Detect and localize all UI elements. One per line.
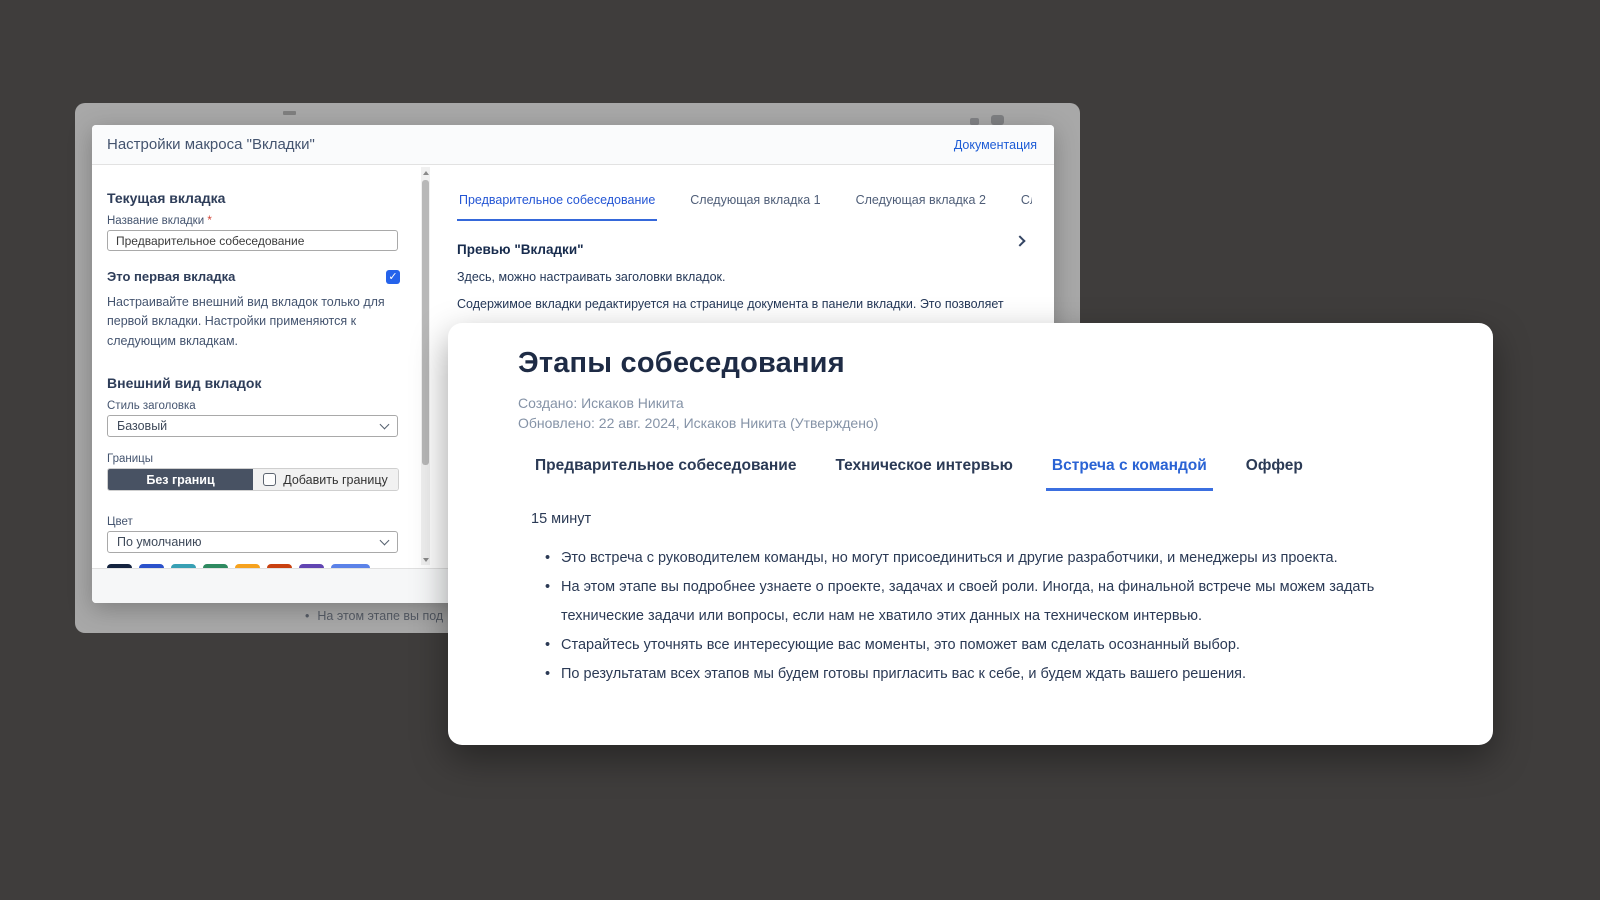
documentation-link[interactable]: Документация xyxy=(954,138,1037,152)
color-select[interactable]: По умолчанию xyxy=(107,531,398,553)
scroll-down-arrow[interactable] xyxy=(421,554,430,565)
color-label: Цвет xyxy=(107,516,405,528)
tab-preliminary-interview[interactable]: Предварительное собеседование xyxy=(529,457,802,491)
dialog-header: Настройки макроса "Вкладки" Документация xyxy=(92,125,1054,165)
required-asterisk: * xyxy=(207,215,211,227)
scrollbar-thumb[interactable] xyxy=(422,180,429,465)
background-page-fragment xyxy=(283,111,296,115)
preview-paragraph-2: Содержимое вкладки редактируется на стра… xyxy=(457,297,1053,311)
borders-label: Границы xyxy=(107,453,405,465)
section-appearance: Внешний вид вкладок xyxy=(107,375,405,391)
duration-text: 15 минут xyxy=(531,511,1415,527)
bullet-dot: • xyxy=(305,609,309,623)
chevron-down-icon xyxy=(380,535,390,545)
interview-stages-card: Этапы собеседования Создано: Искаков Ник… xyxy=(448,323,1493,745)
preview-tab-2[interactable]: Следующая вкладка 1 xyxy=(688,193,822,219)
stage-tabs: Предварительное собеседование Техническо… xyxy=(529,457,1415,491)
list-item: По результатам всех этапов мы будем гото… xyxy=(545,660,1401,689)
tab-name-label: Название вкладки * xyxy=(107,215,405,227)
header-style-select[interactable]: Базовый xyxy=(107,415,398,437)
borders-segmented-control: Без границ Добавить границу xyxy=(107,468,399,491)
tab-technical-interview[interactable]: Техническое интервью xyxy=(829,457,1018,491)
preview-tab-1[interactable]: Предварительное собеседование xyxy=(457,193,657,221)
dialog-title: Настройки макроса "Вкладки" xyxy=(107,136,315,153)
tab-name-input[interactable] xyxy=(107,230,398,251)
section-current-tab: Текущая вкладка xyxy=(107,190,405,206)
updated-by: Обновлено: 22 авг. 2024, Искаков Никита … xyxy=(518,414,1415,433)
list-item: Это встреча с руководителем команды, но … xyxy=(545,544,1401,573)
first-tab-hint: Настраивайте внешний вид вкладок только … xyxy=(107,293,399,351)
created-by: Создано: Искаков Никита xyxy=(518,394,1415,413)
first-tab-label: Это первая вкладка xyxy=(107,269,235,284)
stage-bullet-list: Это встреча с руководителем команды, но … xyxy=(531,544,1401,689)
list-item: Старайтесь уточнять все интересующие вас… xyxy=(545,631,1401,660)
tab-content: 15 минут Это встреча с руководителем ком… xyxy=(531,511,1415,689)
preview-tabs: Предварительное собеседование Следующая … xyxy=(457,193,1032,221)
preview-tab-3[interactable]: Следующая вкладка 2 xyxy=(854,193,988,219)
tab-offer[interactable]: Оффер xyxy=(1240,457,1309,491)
page-title: Этапы собеседования xyxy=(518,347,1415,380)
first-tab-row: Это первая вкладка ✓ xyxy=(107,269,400,284)
form-scrollbar[interactable] xyxy=(421,167,430,565)
no-borders-segment[interactable]: Без границ xyxy=(108,469,253,490)
settings-form-panel: Текущая вкладка Название вкладки * Это п… xyxy=(92,165,421,568)
add-border-checkbox[interactable] xyxy=(263,473,276,486)
preview-paragraph-1: Здесь, можно настраивать заголовки вклад… xyxy=(457,270,1053,284)
tabs-overflow-chevron-icon[interactable] xyxy=(1015,234,1031,250)
header-style-label: Стиль заголовка xyxy=(107,400,405,412)
scroll-up-arrow[interactable] xyxy=(421,167,430,178)
preview-heading: Превью "Вкладки" xyxy=(457,242,1053,257)
add-border-segment[interactable]: Добавить границу xyxy=(253,469,398,490)
page-meta: Создано: Искаков Никита Обновлено: 22 ав… xyxy=(518,394,1415,433)
background-toolbar-icon xyxy=(991,115,1004,125)
background-toolbar-icon xyxy=(970,118,979,125)
preview-tab-4-clipped[interactable]: Следующ xyxy=(1019,193,1032,219)
tab-team-meeting[interactable]: Встреча с командой xyxy=(1046,457,1213,491)
list-item: На этом этапе вы подробнее узнаете о про… xyxy=(545,573,1401,631)
chevron-down-icon xyxy=(380,419,390,429)
first-tab-checkbox[interactable]: ✓ xyxy=(386,270,400,284)
